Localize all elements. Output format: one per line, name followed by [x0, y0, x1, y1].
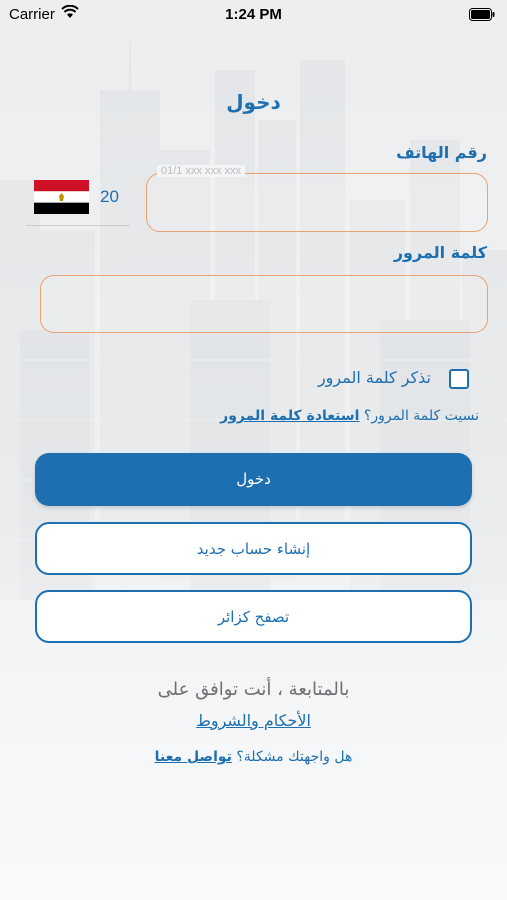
- status-bar: Carrier 1:24 PM: [0, 0, 507, 30]
- password-input[interactable]: [41, 276, 491, 334]
- password-label: كلمة المرور: [393, 243, 487, 262]
- login-button[interactable]: دخول: [35, 453, 472, 506]
- phone-placeholder: 01/1 xxx xxx xxx: [157, 165, 246, 177]
- terms-link[interactable]: الأحكام والشروط: [0, 711, 507, 730]
- status-time: 1:24 PM: [225, 6, 282, 23]
- remember-row[interactable]: تذكر كلمة المرور: [269, 368, 469, 394]
- password-input-box[interactable]: [40, 275, 491, 334]
- battery-icon: [469, 8, 495, 25]
- register-button[interactable]: إنشاء حساب جديد: [35, 522, 472, 575]
- contact-prefix: هل واجهتك مشكلة؟: [236, 749, 353, 765]
- phone-input-box[interactable]: 01/1 xxx xxx xxx: [146, 165, 491, 233]
- page-title: دخول: [226, 90, 281, 114]
- country-code: 20: [100, 187, 119, 206]
- egypt-flag-icon: [34, 180, 89, 218]
- country-code-selector[interactable]: 20: [26, 175, 130, 226]
- agree-text: بالمتابعة ، أنت توافق على: [157, 679, 350, 700]
- forgot-password-link[interactable]: استعادة كلمة المرور: [220, 408, 359, 424]
- forgot-prefix: نسيت كلمة المرور؟: [363, 408, 479, 424]
- forgot-password-row: نسيت كلمة المرور؟ استعادة كلمة المرور: [220, 408, 479, 424]
- remember-label: تذكر كلمة المرور: [317, 368, 431, 387]
- city-background-image: [0, 0, 507, 900]
- phone-label: رقم الهاتف: [396, 143, 487, 162]
- guest-button[interactable]: تصفح كزائر: [35, 590, 472, 643]
- phone-input[interactable]: [147, 174, 491, 233]
- remember-checkbox[interactable]: [449, 369, 469, 389]
- contact-row: هل واجهتك مشكلة؟ تواصل معنا: [0, 749, 507, 765]
- contact-link[interactable]: تواصل معنا: [155, 749, 232, 765]
